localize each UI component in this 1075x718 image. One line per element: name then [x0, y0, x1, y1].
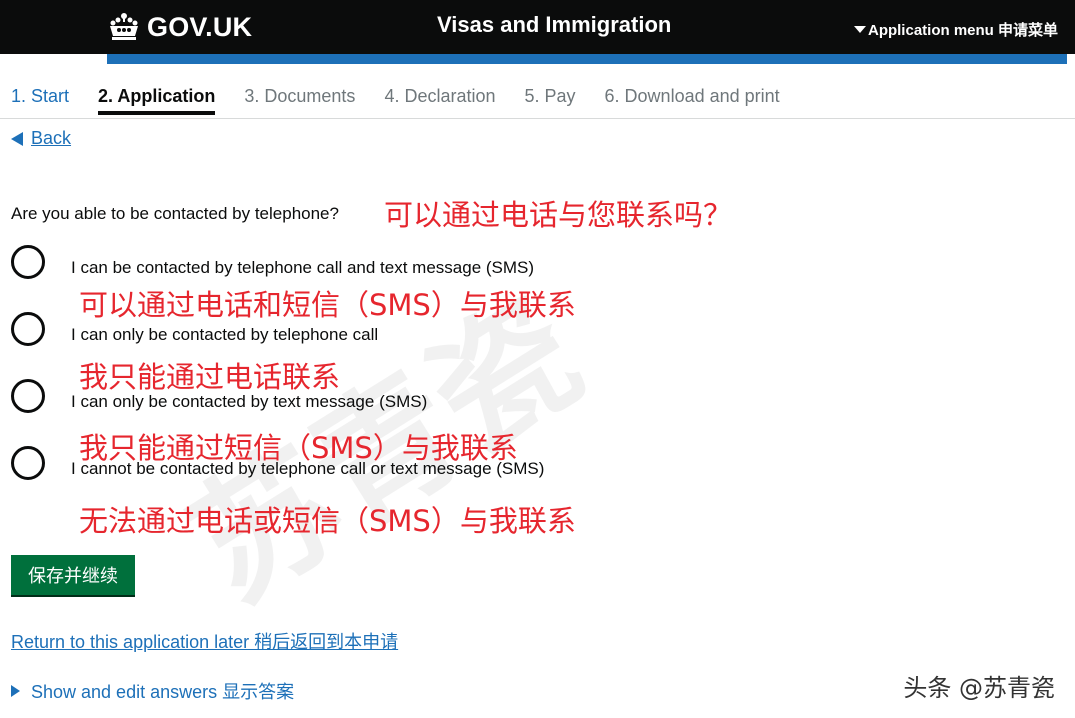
back-label: Back — [31, 128, 72, 148]
application-menu-button[interactable]: Application menu 申请菜单 — [853, 19, 1058, 40]
radio-call-only[interactable] — [11, 312, 45, 346]
question-translation: 可以通过电话与您联系吗？ — [384, 198, 733, 232]
step-navigation: 1. Start 2. Application 3. Documents 4. … — [11, 86, 809, 115]
application-menu-label: Application menu 申请菜单 — [867, 22, 1058, 39]
logo-text: GOV.UK — [147, 11, 253, 42]
radio-label-call-and-sms[interactable]: I can be contacted by telephone call and… — [71, 258, 534, 278]
radio-call-and-sms[interactable] — [11, 245, 45, 279]
back-arrow-icon — [11, 131, 23, 146]
save-and-continue-button[interactable]: 保存并继续 — [11, 555, 135, 595]
step-documents: 3. Documents — [244, 86, 356, 106]
header-blue-bar — [107, 54, 1067, 64]
radio-no-contact[interactable] — [11, 446, 45, 480]
option-translation-call-and-sms: 可以通过电话和短信（SMS）与我联系 — [79, 288, 576, 322]
option-translation-call-only: 我只能通过电话联系 — [79, 360, 341, 394]
step-application: 2. Application — [98, 86, 216, 115]
radio-label-call-only[interactable]: I can only be contacted by telephone cal… — [71, 325, 378, 345]
step-download-and-print: 6. Download and print — [604, 86, 780, 106]
steps-divider — [0, 118, 1075, 119]
radio-sms-only[interactable] — [11, 379, 45, 413]
step-declaration: 4. Declaration — [384, 86, 496, 106]
service-name[interactable]: Visas and Immigration — [437, 12, 671, 38]
govuk-logo[interactable]: GOV.UK — [107, 10, 252, 44]
step-start[interactable]: 1. Start — [11, 86, 69, 115]
caret-down-icon — [853, 26, 866, 33]
back-link[interactable]: Back — [11, 128, 71, 149]
caret-right-icon — [11, 685, 20, 697]
crown-icon — [110, 13, 138, 40]
return-later-link[interactable]: Return to this application later 稍后返回到本申… — [11, 628, 398, 654]
step-pay: 5. Pay — [524, 86, 576, 106]
signature-watermark: 头条 @苏青瓷 — [903, 674, 1055, 702]
show-answers-label: Show and edit answers 显示答案 — [31, 682, 295, 702]
radio-label-no-contact[interactable]: I cannot be contacted by telephone call … — [71, 459, 544, 479]
option-translation-no-contact: 无法通过电话或短信（SMS）与我联系 — [79, 504, 576, 538]
radio-label-sms-only[interactable]: I can only be contacted by text message … — [71, 392, 427, 412]
question-legend: Are you able to be contacted by telephon… — [11, 204, 339, 223]
show-answers-toggle[interactable]: Show and edit answers 显示答案 — [11, 678, 294, 704]
